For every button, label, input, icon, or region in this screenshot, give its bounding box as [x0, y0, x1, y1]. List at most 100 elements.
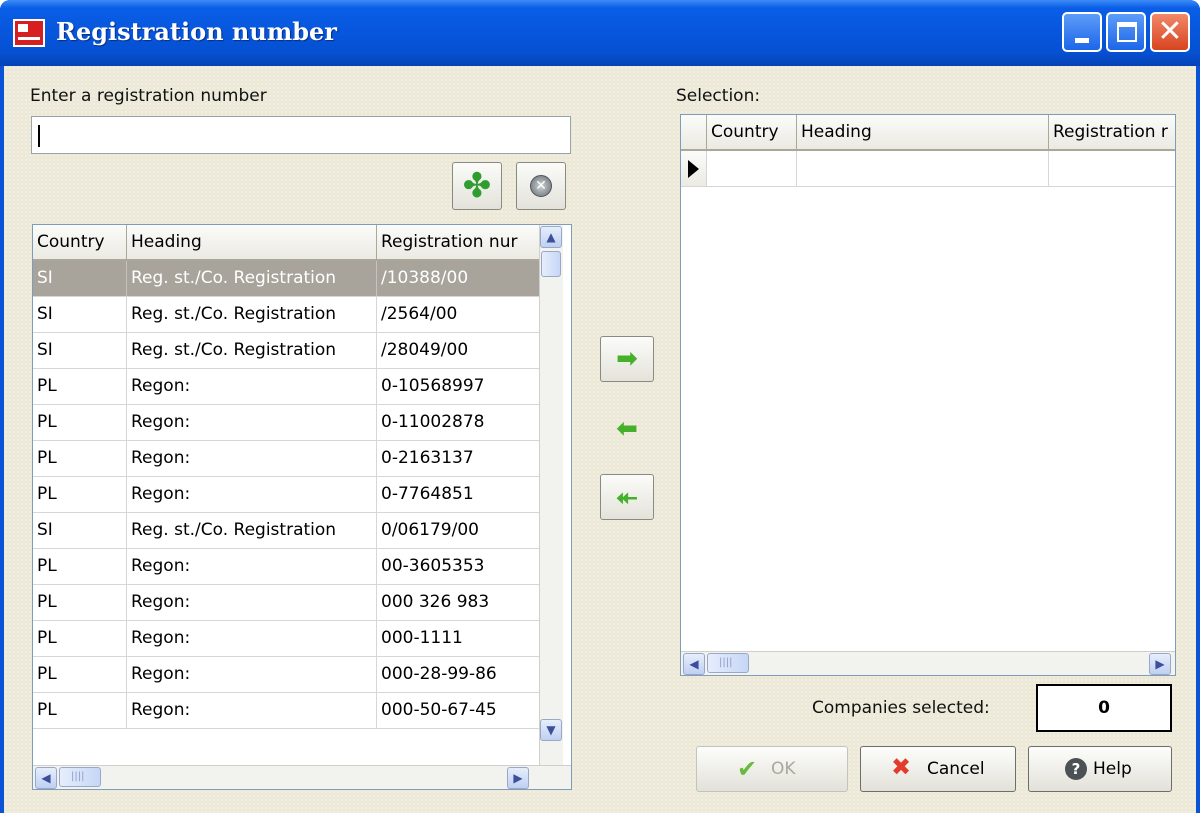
- help-button[interactable]: ? Help: [1028, 746, 1172, 792]
- result-cell-heading[interactable]: Regon:: [127, 693, 377, 728]
- table-row[interactable]: PL Regon: 0-10568997: [33, 369, 539, 405]
- result-cell-heading[interactable]: Regon:: [127, 441, 377, 476]
- selection-column-heading[interactable]: Heading: [797, 115, 1049, 149]
- companies-selected-count: 0: [1036, 684, 1172, 732]
- result-cell-registration[interactable]: 000-50-67-45: [377, 693, 539, 728]
- maximize-button[interactable]: [1106, 12, 1146, 52]
- result-cell-heading[interactable]: Regon:: [127, 477, 377, 512]
- title-bar[interactable]: Registration number ✕: [0, 0, 1200, 66]
- result-cell-country[interactable]: PL: [33, 477, 127, 512]
- add-selected-button[interactable]: ➡: [600, 336, 654, 382]
- table-row[interactable]: PL Regon: 0-2163137: [33, 441, 539, 477]
- vertical-scroll-thumb[interactable]: [541, 251, 561, 277]
- table-row[interactable]: SI Reg. st./Co. Registration/2564/00: [33, 297, 539, 333]
- result-cell-registration[interactable]: 0-2163137: [377, 441, 539, 476]
- result-cell-country[interactable]: PL: [33, 549, 127, 584]
- result-cell-country[interactable]: SI: [33, 261, 127, 296]
- result-cell-country[interactable]: SI: [33, 513, 127, 548]
- ok-button-label: OK: [771, 759, 796, 779]
- cancel-x-icon: ✖: [891, 753, 912, 781]
- arrow-left-icon: ⬅: [616, 414, 638, 444]
- remove-all-button[interactable]: ⯬: [600, 474, 654, 520]
- result-cell-registration[interactable]: 00-3605353: [377, 549, 539, 584]
- result-cell-heading[interactable]: Regon:: [127, 657, 377, 692]
- selection-cell-heading[interactable]: [797, 151, 1049, 186]
- result-cell-registration[interactable]: /2564/00: [377, 297, 539, 332]
- table-row[interactable]: SI Reg. st./Co. Registration 0/06179/00: [33, 513, 539, 549]
- result-cell-country[interactable]: PL: [33, 693, 127, 728]
- column-header-heading[interactable]: Heading: [127, 225, 377, 259]
- scroll-down-button[interactable]: ▼: [540, 719, 562, 741]
- result-cell-heading[interactable]: Regon:: [127, 405, 377, 440]
- selection-horizontal-scrollbar[interactable]: ◀ |||| ▶: [681, 651, 1175, 675]
- selection-cell-country[interactable]: [707, 151, 797, 186]
- cancel-button[interactable]: ✖ Cancel: [860, 746, 1016, 792]
- result-cell-registration[interactable]: 000 326 983: [377, 585, 539, 620]
- column-header-country[interactable]: Country: [33, 225, 127, 259]
- result-cell-registration[interactable]: /28049/00: [377, 333, 539, 368]
- result-cell-registration[interactable]: 0-7764851: [377, 477, 539, 512]
- result-cell-heading[interactable]: Regon:: [127, 549, 377, 584]
- result-cell-heading[interactable]: Regon:: [127, 585, 377, 620]
- double-arrow-left-icon: ⯬: [616, 482, 638, 512]
- result-cell-country[interactable]: PL: [33, 441, 127, 476]
- result-cell-heading[interactable]: Reg. st./Co. Registration: [127, 513, 377, 548]
- result-cell-registration[interactable]: 0-11002878: [377, 405, 539, 440]
- result-cell-registration[interactable]: 0-10568997: [377, 369, 539, 404]
- result-cell-country[interactable]: PL: [33, 585, 127, 620]
- column-header-registration[interactable]: Registration nur: [377, 225, 539, 259]
- minimize-button[interactable]: [1062, 12, 1102, 52]
- result-cell-country[interactable]: PL: [33, 369, 127, 404]
- result-cell-country[interactable]: PL: [33, 621, 127, 656]
- result-cell-registration[interactable]: 000-1111: [377, 621, 539, 656]
- cancel-button-label: Cancel: [927, 759, 985, 779]
- selection-cell-registration[interactable]: [1049, 151, 1175, 186]
- registration-number-input[interactable]: [31, 116, 571, 154]
- result-cell-country[interactable]: PL: [33, 657, 127, 692]
- table-row[interactable]: SI Reg. st./Co. Registration/28049/00: [33, 333, 539, 369]
- table-row[interactable]: PL Regon: 00-3605353: [33, 549, 539, 585]
- scroll-left-button[interactable]: ◀: [35, 767, 57, 789]
- result-cell-country[interactable]: SI: [33, 333, 127, 368]
- scroll-up-button[interactable]: ▲: [540, 226, 562, 248]
- results-grid[interactable]: Country Heading Registration nur SI Reg. …: [32, 224, 572, 790]
- wildcard-button[interactable]: ✤: [452, 162, 502, 210]
- result-cell-heading[interactable]: Reg. st./Co. Registration: [127, 297, 377, 332]
- table-row[interactable]: PL Regon: 000-50-67-45: [33, 693, 539, 729]
- selection-column-registration[interactable]: Registration r: [1049, 115, 1175, 149]
- app-logo-icon: [13, 19, 45, 47]
- minimize-icon: [1075, 38, 1089, 43]
- result-cell-heading[interactable]: Reg. st./Co. Registration: [127, 333, 377, 368]
- close-button[interactable]: ✕: [1150, 12, 1190, 52]
- clear-search-button[interactable]: ✕: [516, 162, 566, 210]
- table-row[interactable]: PL Regon: 0-11002878: [33, 405, 539, 441]
- selection-empty-row[interactable]: [681, 151, 1175, 187]
- clear-circle-icon: ✕: [530, 175, 552, 197]
- horizontal-scroll-thumb[interactable]: ||||: [59, 767, 101, 787]
- result-cell-registration[interactable]: 0/06179/00: [377, 513, 539, 548]
- result-cell-registration[interactable]: 000-28-99-86: [377, 657, 539, 692]
- results-horizontal-scrollbar[interactable]: ◀ |||| ▶: [33, 765, 571, 789]
- result-cell-registration[interactable]: /10388/00: [377, 261, 539, 296]
- result-cell-heading[interactable]: Regon:: [127, 369, 377, 404]
- selection-horizontal-thumb[interactable]: ||||: [707, 653, 749, 673]
- selection-column-country[interactable]: Country: [707, 115, 797, 149]
- selection-scroll-left-button[interactable]: ◀: [683, 653, 705, 675]
- selection-scroll-right-button[interactable]: ▶: [1149, 653, 1171, 675]
- table-row[interactable]: SI Reg. st./Co. Registration/10388/00: [33, 261, 539, 297]
- results-vertical-scrollbar[interactable]: ▲ ▼: [539, 225, 563, 765]
- ok-button[interactable]: ✔ OK: [696, 746, 848, 792]
- table-row[interactable]: PL Regon: 000-28-99-86: [33, 657, 539, 693]
- selection-thumb-grip-icon: ||||: [719, 657, 733, 668]
- result-cell-heading[interactable]: Regon:: [127, 621, 377, 656]
- table-row[interactable]: PL Regon: 0-7764851: [33, 477, 539, 513]
- result-cell-heading[interactable]: Reg. st./Co. Registration: [127, 261, 377, 296]
- result-cell-country[interactable]: SI: [33, 297, 127, 332]
- remove-selected-button[interactable]: ⬅: [600, 406, 654, 452]
- selection-grid[interactable]: Country Heading Registration r ◀ |||| ▶: [680, 114, 1176, 676]
- scroll-right-button[interactable]: ▶: [507, 767, 529, 789]
- table-row[interactable]: PL Regon: 000 326 983: [33, 585, 539, 621]
- result-cell-country[interactable]: PL: [33, 405, 127, 440]
- table-row[interactable]: PL Regon: 000-1111: [33, 621, 539, 657]
- dialog-body: Enter a registration number ✤ ✕ Country …: [4, 66, 1196, 813]
